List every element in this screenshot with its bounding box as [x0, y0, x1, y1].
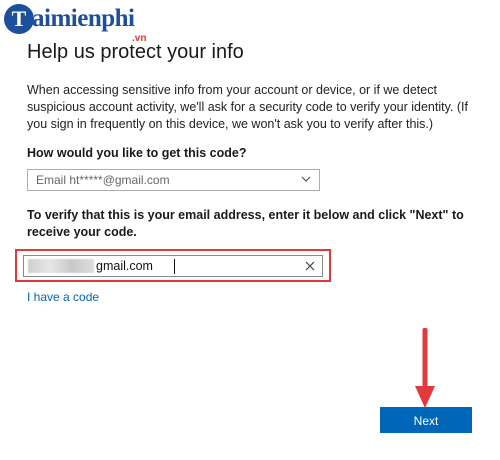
email-input[interactable]: gmail.com	[23, 255, 323, 277]
down-arrow-annotation-icon	[415, 328, 435, 408]
text-caret	[174, 259, 175, 274]
code-method-select[interactable]: Email ht*****@gmail.com	[27, 169, 320, 191]
next-button[interactable]: Next	[380, 407, 472, 433]
site-logo: T aimienphi .vn	[2, 2, 182, 44]
email-input-value: gmail.com	[96, 259, 153, 273]
page-title: Help us protect your info	[27, 41, 244, 63]
have-code-link[interactable]: I have a code	[27, 290, 99, 304]
masked-email-prefix	[28, 259, 94, 273]
chevron-down-icon	[301, 176, 311, 182]
code-method-selected: Email ht*****@gmail.com	[36, 173, 170, 187]
code-method-label: How would you like to get this code?	[27, 146, 247, 160]
logo-letter: T	[4, 4, 34, 34]
logo-text: aimienphi	[32, 5, 135, 32]
page-description: When accessing sensitive info from your …	[27, 83, 468, 131]
clear-icon[interactable]	[304, 260, 316, 272]
verify-instruction: To verify that this is your email addres…	[27, 208, 464, 239]
